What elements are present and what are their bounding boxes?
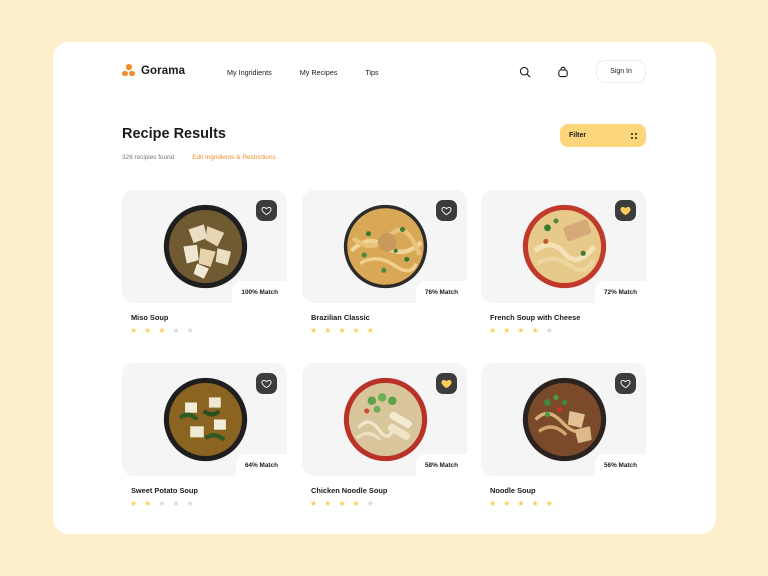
recipe-name: Sweet Potato Soup	[131, 486, 198, 495]
nav-item-my-ingridients[interactable]: My Ingridients	[227, 68, 272, 77]
brand-name: Gorama	[141, 64, 186, 77]
star-icon: ★	[310, 326, 318, 335]
recipe-image-frame: 58% Match	[302, 363, 467, 476]
recipe-card[interactable]: 76% Match Brazilian Classic ★ ★ ★ ★ ★	[302, 190, 467, 335]
heart-icon	[620, 379, 631, 389]
results-count: 326 recipies found	[122, 154, 175, 161]
favorite-button[interactable]	[615, 373, 636, 394]
star-icon: ★	[531, 326, 539, 335]
search-icon	[519, 66, 531, 78]
heart-icon	[441, 206, 452, 216]
recipe-name: French Soup with Cheese	[490, 313, 581, 322]
recipe-image-frame: 64% Match	[122, 363, 287, 476]
recipe-image-frame: 56% Match	[481, 363, 646, 476]
recipe-image	[343, 377, 428, 462]
star-icon: ★	[366, 326, 374, 335]
recipe-image	[343, 204, 428, 289]
star-icon: ★	[338, 499, 346, 508]
results-meta: 326 recipies found Edit Ingridients & Re…	[122, 154, 276, 161]
recipe-card[interactable]: 72% Match French Soup with Cheese ★ ★ ★ …	[481, 190, 646, 335]
star-rating: ★ ★ ★ ★ ★	[310, 327, 374, 335]
recipe-card[interactable]: 56% Match Noodle Soup ★ ★ ★ ★ ★	[481, 363, 646, 508]
match-badge: 100% Match	[232, 281, 287, 303]
recipe-name: Miso Soup	[131, 313, 169, 322]
match-badge: 56% Match	[594, 454, 646, 476]
recipe-image	[522, 204, 607, 289]
search-button[interactable]	[517, 64, 533, 80]
star-icon: ★	[531, 499, 539, 508]
match-badge: 72% Match	[594, 281, 646, 303]
favorite-button[interactable]	[436, 200, 457, 221]
star-icon: ★	[144, 499, 152, 508]
recipe-image-frame: 100% Match	[122, 190, 287, 303]
recipe-image	[522, 377, 607, 462]
star-icon: ★	[503, 499, 511, 508]
heart-icon	[261, 379, 272, 389]
logo-mark-icon	[122, 64, 135, 77]
favorite-button[interactable]	[256, 373, 277, 394]
main-nav: My Ingridients My Recipes Tips	[227, 68, 379, 77]
star-rating: ★ ★ ★ ★ ★	[310, 500, 374, 508]
filter-label: Filter	[569, 132, 587, 139]
star-icon: ★	[545, 326, 553, 335]
star-icon: ★	[158, 326, 166, 335]
heart-icon	[441, 379, 452, 389]
star-icon: ★	[338, 326, 346, 335]
star-icon: ★	[517, 326, 525, 335]
nav-item-tips[interactable]: Tips	[365, 68, 378, 77]
star-icon: ★	[130, 326, 138, 335]
recipe-image-frame: 76% Match	[302, 190, 467, 303]
grid-dots-icon	[631, 132, 637, 139]
star-icon: ★	[366, 499, 374, 508]
recipe-image-frame: 72% Match	[481, 190, 646, 303]
favorite-button[interactable]	[615, 200, 636, 221]
nav-item-my-recipes[interactable]: My Recipes	[300, 68, 338, 77]
star-icon: ★	[324, 326, 332, 335]
brand-logo[interactable]: Gorama	[122, 64, 185, 77]
recipe-card[interactable]: 58% Match Chicken Noodle Soup ★ ★ ★ ★ ★	[302, 363, 467, 508]
star-icon: ★	[172, 326, 180, 335]
star-icon: ★	[186, 499, 194, 508]
favorite-button[interactable]	[436, 373, 457, 394]
star-icon: ★	[352, 326, 360, 335]
bag-icon	[558, 66, 568, 78]
favorite-button[interactable]	[256, 200, 277, 221]
star-icon: ★	[186, 326, 194, 335]
star-rating: ★ ★ ★ ★ ★	[489, 327, 553, 335]
star-icon: ★	[158, 499, 166, 508]
star-icon: ★	[489, 499, 497, 508]
star-icon: ★	[130, 499, 138, 508]
filter-button[interactable]: Filter	[560, 124, 646, 147]
match-badge: 58% Match	[415, 454, 467, 476]
star-icon: ★	[352, 499, 360, 508]
star-icon: ★	[172, 499, 180, 508]
star-icon: ★	[517, 499, 525, 508]
recipe-name: Chicken Noodle Soup	[311, 486, 388, 495]
heart-icon	[261, 206, 272, 216]
recipe-card[interactable]: 64% Match Sweet Potato Soup ★ ★ ★ ★ ★	[122, 363, 287, 508]
star-icon: ★	[324, 499, 332, 508]
recipe-name: Brazilian Classic	[311, 313, 370, 322]
bag-button[interactable]	[555, 64, 571, 80]
recipe-image	[163, 204, 248, 289]
match-badge: 76% Match	[415, 281, 467, 303]
main-card: Gorama My Ingridients My Recipes Tips Si…	[53, 42, 716, 534]
heart-icon	[620, 206, 631, 216]
edit-ingredients-link[interactable]: Edit Ingridients & Restrictions	[192, 154, 275, 161]
recipe-name: Noodle Soup	[490, 486, 536, 495]
recipe-image	[163, 377, 248, 462]
star-rating: ★ ★ ★ ★ ★	[130, 327, 194, 335]
star-icon: ★	[310, 499, 318, 508]
star-icon: ★	[545, 499, 553, 508]
sign-in-button[interactable]: Sign In	[596, 60, 646, 83]
star-icon: ★	[489, 326, 497, 335]
recipe-card[interactable]: 100% Match Miso Soup ★ ★ ★ ★ ★	[122, 190, 287, 335]
star-icon: ★	[144, 326, 152, 335]
star-rating: ★ ★ ★ ★ ★	[489, 500, 553, 508]
star-icon: ★	[503, 326, 511, 335]
match-badge: 64% Match	[235, 454, 287, 476]
page-title: Recipe Results	[122, 126, 226, 142]
star-rating: ★ ★ ★ ★ ★	[130, 500, 194, 508]
